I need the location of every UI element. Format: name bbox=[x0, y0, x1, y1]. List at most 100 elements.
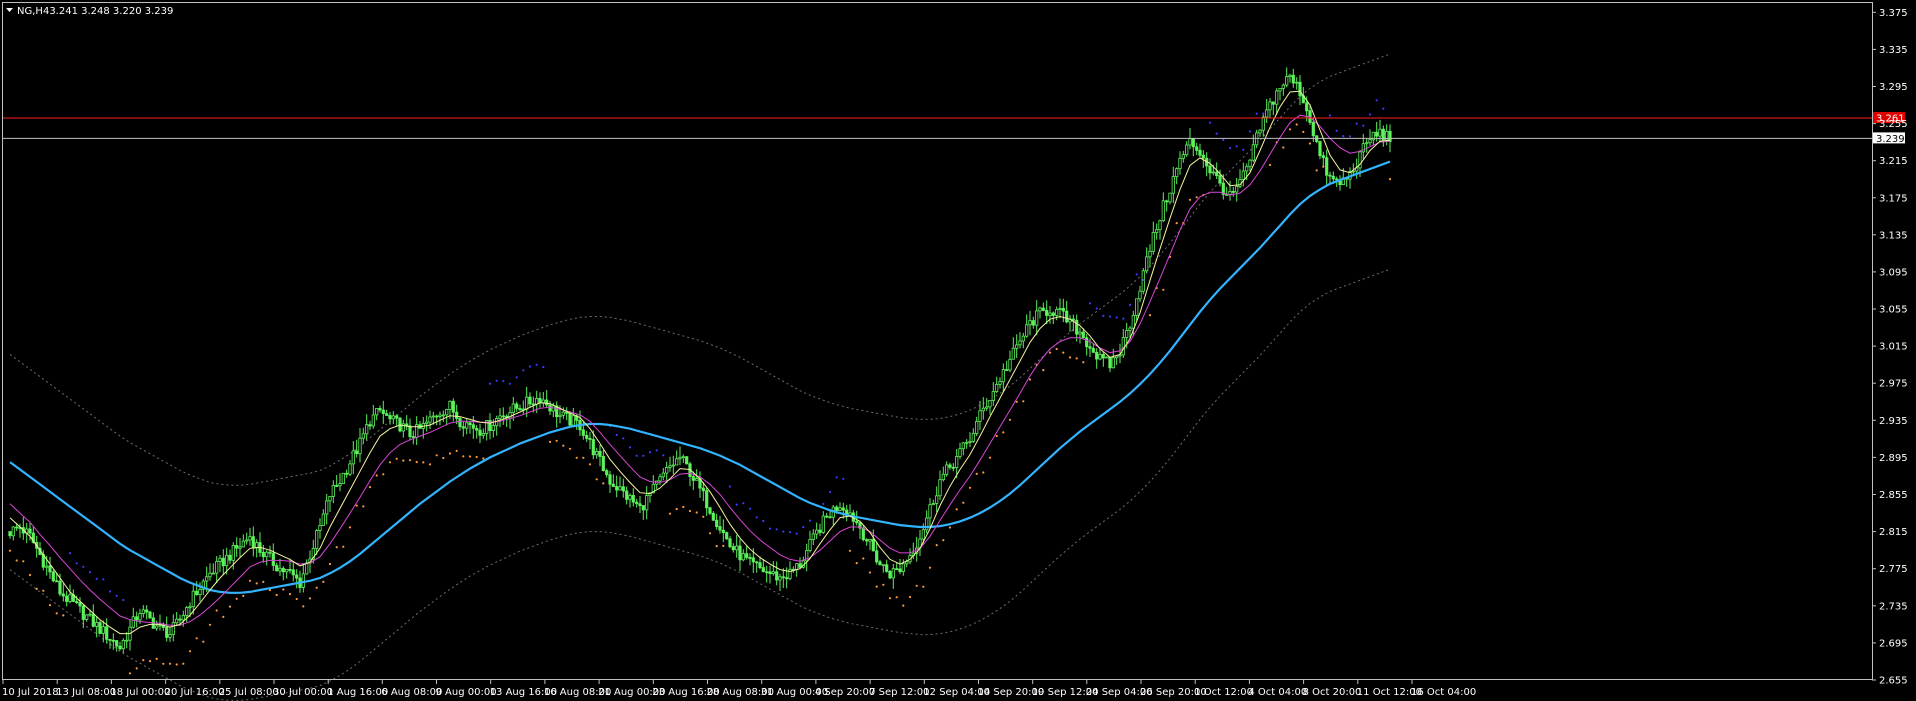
sar-dot bbox=[1288, 128, 1292, 131]
sar-dot bbox=[128, 672, 132, 675]
sar-dot bbox=[228, 605, 232, 608]
sar-dot bbox=[922, 585, 925, 588]
y-tick-label: 2.975 bbox=[1879, 379, 1908, 390]
sar-dot bbox=[908, 595, 912, 599]
sar-dot bbox=[522, 369, 525, 372]
sar-dot bbox=[408, 459, 412, 462]
sar-dot bbox=[35, 587, 38, 591]
sar-dot bbox=[282, 588, 285, 591]
sar-dot bbox=[942, 539, 945, 542]
price-chart[interactable]: 3.2613.239 3.3753.3353.2953.2553.2153.17… bbox=[0, 0, 1916, 701]
sar-dot bbox=[795, 532, 798, 535]
sar-dot bbox=[528, 365, 532, 368]
sar-dot bbox=[1335, 129, 1338, 132]
y-tick-label: 3.175 bbox=[1879, 193, 1908, 204]
sar-dot bbox=[1295, 123, 1298, 126]
sar-dot bbox=[682, 505, 685, 509]
sar-dot bbox=[1362, 124, 1365, 127]
sar-dot bbox=[1282, 146, 1285, 149]
sar-dot bbox=[1082, 361, 1085, 364]
y-tick-label: 2.855 bbox=[1879, 490, 1908, 501]
sar-dot bbox=[588, 463, 592, 466]
sar-dot bbox=[1388, 178, 1392, 181]
sar-dot bbox=[675, 507, 678, 511]
x-tick-label: 13 Jul 08:00 bbox=[56, 687, 116, 698]
sar-dot bbox=[775, 528, 778, 531]
sar-dot bbox=[948, 526, 952, 529]
candle bbox=[51, 569, 55, 583]
x-tick-label: 9 Aug 00:00 bbox=[436, 687, 497, 698]
sar-dot bbox=[822, 502, 825, 505]
y-tick-label: 3.055 bbox=[1879, 305, 1908, 316]
sar-dot bbox=[242, 594, 245, 598]
sar-dot bbox=[548, 440, 552, 443]
sar-dot bbox=[208, 623, 212, 626]
sar-dot bbox=[1022, 400, 1025, 403]
sar-dot bbox=[115, 594, 118, 597]
sar-dot bbox=[495, 379, 498, 382]
sar-dot bbox=[655, 449, 658, 452]
sar-dot bbox=[1322, 165, 1325, 168]
x-tick-label: 7 Sep 12:00 bbox=[869, 687, 929, 698]
sar-dot bbox=[435, 454, 438, 457]
sar-dot bbox=[82, 565, 85, 568]
sar-dot bbox=[1048, 351, 1052, 354]
sar-dot bbox=[1348, 135, 1352, 138]
sar-dot bbox=[615, 433, 618, 437]
sar-dot bbox=[842, 477, 845, 480]
sar-dot bbox=[448, 452, 452, 455]
sar-dot bbox=[622, 437, 625, 440]
sar-dot bbox=[695, 511, 698, 514]
sar-dot bbox=[542, 366, 545, 369]
sar-dot bbox=[508, 382, 512, 385]
sar-dot bbox=[515, 376, 518, 379]
candle bbox=[888, 570, 892, 580]
sar-dot bbox=[1088, 302, 1092, 305]
sar-dot bbox=[122, 598, 125, 602]
sar-dot bbox=[295, 597, 298, 601]
candle bbox=[725, 531, 729, 540]
sar-dot bbox=[275, 593, 278, 597]
sar-dot bbox=[1268, 163, 1272, 167]
sar-dot bbox=[735, 503, 738, 506]
sar-dot bbox=[568, 447, 572, 450]
sar-dot bbox=[1222, 138, 1225, 142]
sar-dot bbox=[422, 461, 425, 464]
sar-dot bbox=[1142, 278, 1145, 282]
candle bbox=[148, 610, 152, 619]
x-tick-label: 10 Jul 2018 bbox=[2, 687, 59, 698]
sar-dot bbox=[955, 508, 958, 511]
sar-dot bbox=[195, 637, 198, 640]
sar-dot bbox=[188, 650, 192, 653]
sar-dot bbox=[255, 582, 258, 585]
sar-dot bbox=[855, 562, 858, 565]
sar-dot bbox=[362, 505, 365, 508]
sar-dot bbox=[748, 507, 752, 510]
y-tick-label: 3.095 bbox=[1879, 267, 1908, 278]
sar-dot bbox=[215, 609, 218, 612]
sar-dot bbox=[8, 549, 12, 552]
sar-dot bbox=[22, 560, 25, 563]
sar-dot bbox=[902, 604, 905, 607]
sar-dot bbox=[968, 486, 972, 489]
sar-dot bbox=[102, 578, 105, 581]
x-tick-label: 16 Oct 04:00 bbox=[1411, 687, 1476, 698]
sar-dot bbox=[48, 604, 52, 607]
y-tick-label: 3.135 bbox=[1879, 230, 1908, 241]
sar-dot bbox=[108, 590, 112, 593]
sar-dot bbox=[428, 463, 432, 466]
sar-dot bbox=[582, 456, 585, 459]
sar-dot bbox=[182, 662, 185, 665]
sar-dot bbox=[808, 519, 812, 522]
x-tick-label: 25 Jul 08:00 bbox=[219, 687, 279, 698]
sar-dot bbox=[95, 577, 98, 581]
sar-dot bbox=[662, 454, 665, 457]
sar-dot bbox=[502, 380, 505, 383]
sar-dot bbox=[982, 471, 985, 474]
sar-dot bbox=[462, 455, 465, 458]
sar-dot bbox=[315, 586, 318, 589]
y-tick-label: 2.695 bbox=[1879, 638, 1908, 649]
x-tick-label: 4 Oct 04:00 bbox=[1248, 687, 1307, 698]
sar-dot bbox=[1122, 317, 1125, 320]
sar-dot bbox=[1102, 314, 1105, 317]
